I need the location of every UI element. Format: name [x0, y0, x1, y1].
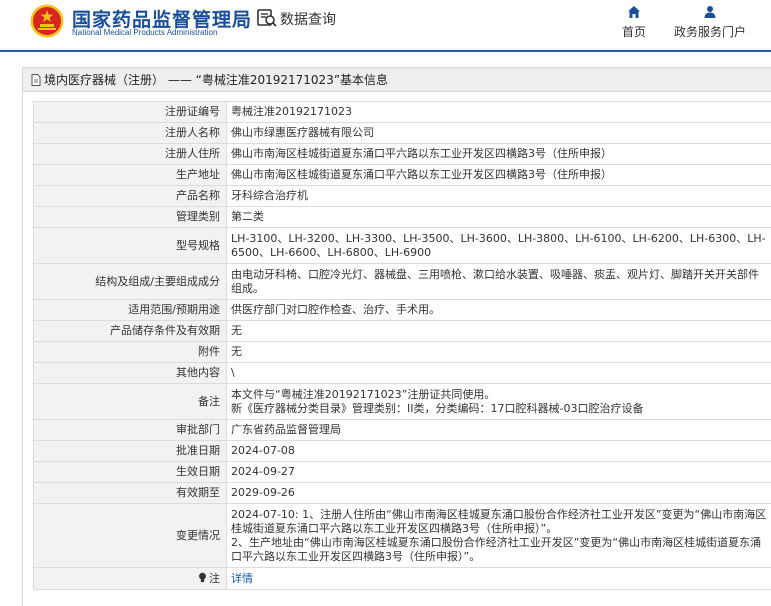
- row-label-text: 注册人住所: [165, 147, 220, 160]
- nav-service-portal[interactable]: 政务服务门户: [668, 4, 752, 40]
- row-label: 型号规格: [33, 227, 227, 264]
- panel-header: 境内医疗器械（注册） —— “粤械注准20192171023”基本信息: [23, 68, 771, 92]
- row-label-text: 有效期至: [176, 486, 220, 499]
- row-label-text: 生效日期: [176, 465, 220, 478]
- row-label: 注册证编号: [33, 101, 227, 123]
- table-row: 备注 本文件与“粤械注准20192171023”注册证共同使用。 新《医疗器械分类目…: [33, 383, 771, 420]
- row-label: 产品储存条件及有效期: [33, 320, 227, 342]
- row-label: 变更情况: [33, 503, 227, 568]
- row-label-text: 管理类别: [176, 210, 220, 223]
- table-row: 注册人住所 佛山市南海区桂城街道夏东涌口平六路以东工业开发区四横路3号（住所申报）: [33, 143, 771, 165]
- section-title: 数据查询: [280, 12, 336, 28]
- nav-home-label: 首页: [621, 25, 646, 39]
- table-row: 附件无: [33, 341, 771, 363]
- info-panel: 境内医疗器械（注册） —— “粤械注准20192171023”基本信息 注册证编…: [22, 67, 771, 606]
- row-value: 粤械注准20192171023: [226, 101, 771, 123]
- row-label-text: 附件: [198, 345, 220, 358]
- row-label: 附件: [33, 341, 227, 363]
- row-label-text: 批准日期: [176, 444, 220, 457]
- table-row: 结构及组成/主要组成成分 由电动牙科椅、口腔冷光灯、器械盘、三用喷枪、漱口给水装置…: [33, 263, 771, 300]
- row-value: 供医疗部门对口腔作检查、治疗、手术用。: [226, 299, 771, 321]
- row-label: 适用范围/预期用途: [33, 299, 227, 321]
- site-subtitle: National Medical Products Administration: [72, 28, 218, 37]
- row-label: 注: [33, 567, 227, 590]
- panel-title: 境内医疗器械（注册） —— “粤械注准20192171023”基本信息: [44, 73, 389, 87]
- row-label: 审批部门: [33, 419, 227, 441]
- row-label: 管理类别: [33, 206, 227, 228]
- row-label-text: 审批部门: [176, 423, 220, 436]
- row-label-text: 适用范围/预期用途: [128, 303, 220, 316]
- document-icon: [31, 73, 41, 86]
- row-value: 牙科综合治疗机: [226, 185, 771, 207]
- row-label-text: 注册人名称: [165, 126, 220, 139]
- row-value: 佛山市绿惠医疗器械有限公司: [226, 122, 771, 144]
- row-label: 批准日期: [33, 440, 227, 462]
- row-label-text: 备注: [198, 394, 220, 408]
- row-value: 2029-09-26: [226, 482, 771, 504]
- user-icon: [704, 6, 716, 18]
- row-label-text: 生产地址: [176, 168, 220, 181]
- row-value: 第二类: [226, 206, 771, 228]
- header-divider: [0, 50, 771, 52]
- row-value-line: 2、生产地址由“佛山市南海区桂城夏东涌口股份合作经济社工业开发区”变更为“佛山市…: [231, 535, 762, 563]
- lightbulb-icon: [199, 572, 206, 582]
- national-emblem-icon: [30, 4, 64, 38]
- row-label: 注册人名称: [33, 122, 227, 144]
- row-value-line: 本文件与“粤械注准20192171023”注册证共同使用。: [231, 387, 496, 401]
- home-icon: [628, 6, 640, 18]
- row-label: 生产地址: [33, 164, 227, 186]
- row-value-line: 新《医疗器械分类目录》管理类别：II类，分类编码：17口腔科器械-03口腔治疗设…: [231, 401, 644, 415]
- row-value: 无: [226, 320, 771, 342]
- row-value: \: [226, 362, 771, 384]
- row-label-text: 注册证编号: [165, 105, 220, 118]
- row-label-text: 注: [209, 571, 220, 585]
- table-row: 生产地址 佛山市南海区桂城街道夏东涌口平六路以东工业开发区四横路3号（住所申报）: [33, 164, 771, 186]
- table-row: 产品储存条件及有效期无: [33, 320, 771, 342]
- row-value: 佛山市南海区桂城街道夏东涌口平六路以东工业开发区四横路3号（住所申报）: [226, 143, 771, 165]
- row-value-line: 2024-07-10: 1、注册人住所由“佛山市南海区桂城夏东涌口股份合作经济社…: [231, 507, 767, 535]
- nav-portal-label: 政务服务门户: [673, 25, 746, 39]
- row-label-text: 型号规格: [176, 238, 220, 252]
- table-row: 批准日期 2024-07-08: [33, 440, 771, 462]
- row-label: 备注: [33, 383, 227, 420]
- detail-link[interactable]: 详情: [231, 572, 253, 585]
- table-row: 有效期至 2029-09-26: [33, 482, 771, 504]
- row-label-text: 变更情况: [176, 528, 220, 542]
- row-value: LH-3100、LH-3200、LH-3300、LH-3500、LH-3600、…: [226, 227, 771, 264]
- row-value: 详情: [226, 567, 771, 590]
- info-table: 注册证编号 粤械注准20192171023 注册人名称 佛山市绿惠医疗器械有限公司 注册…: [33, 101, 771, 590]
- row-label-text: 结构及组成/主要组成成分: [95, 274, 220, 288]
- row-label: 产品名称: [33, 185, 227, 207]
- table-row: 适用范围/预期用途 供医疗部门对口腔作检查、治疗、手术用。: [33, 299, 771, 321]
- site-header: 国家药品监督管理局 National Medical Products Admi…: [0, 0, 771, 50]
- table-row: 管理类别 第二类: [33, 206, 771, 228]
- row-label: 其他内容: [33, 362, 227, 384]
- table-row: 注册人名称 佛山市绿惠医疗器械有限公司: [33, 122, 771, 144]
- table-row: 其他内容 \: [33, 362, 771, 384]
- row-value: 由电动牙科椅、口腔冷光灯、器械盘、三用喷枪、漱口给水装置、吸唾器、痰盂、观片灯、…: [226, 263, 771, 300]
- row-value: 2024-09-27: [226, 461, 771, 483]
- row-value: 2024-07-10: 1、注册人住所由“佛山市南海区桂城夏东涌口股份合作经济社…: [226, 503, 771, 568]
- table-row: 注册证编号 粤械注准20192171023: [33, 101, 771, 123]
- table-row: 变更情况 2024-07-10: 1、注册人住所由“佛山市南海区桂城夏东涌口股份合…: [33, 503, 771, 568]
- table-row: 审批部门 广东省药品监督管理局: [33, 419, 771, 441]
- row-value: 佛山市南海区桂城街道夏东涌口平六路以东工业开发区四横路3号（住所申报）: [226, 164, 771, 186]
- row-label: 结构及组成/主要组成成分: [33, 263, 227, 300]
- nav-home[interactable]: 首页: [616, 4, 652, 40]
- table-row: 型号规格 LH-3100、LH-3200、LH-3300、LH-3500、LH-3…: [33, 227, 771, 264]
- data-query-icon: [257, 9, 277, 27]
- table-row: 生效日期 2024-09-27: [33, 461, 771, 483]
- table-row: 注详情: [33, 567, 771, 590]
- row-value: 广东省药品监督管理局: [226, 419, 771, 441]
- row-label: 注册人住所: [33, 143, 227, 165]
- row-value: 无: [226, 341, 771, 363]
- row-label-text: 产品名称: [176, 189, 220, 202]
- row-label: 有效期至: [33, 482, 227, 504]
- row-label-text: 产品储存条件及有效期: [110, 324, 220, 337]
- row-label: 生效日期: [33, 461, 227, 483]
- row-value: 本文件与“粤械注准20192171023”注册证共同使用。 新《医疗器械分类目录》…: [226, 383, 771, 420]
- row-label-text: 其他内容: [176, 366, 220, 379]
- table-row: 产品名称 牙科综合治疗机: [33, 185, 771, 207]
- row-value: 2024-07-08: [226, 440, 771, 462]
